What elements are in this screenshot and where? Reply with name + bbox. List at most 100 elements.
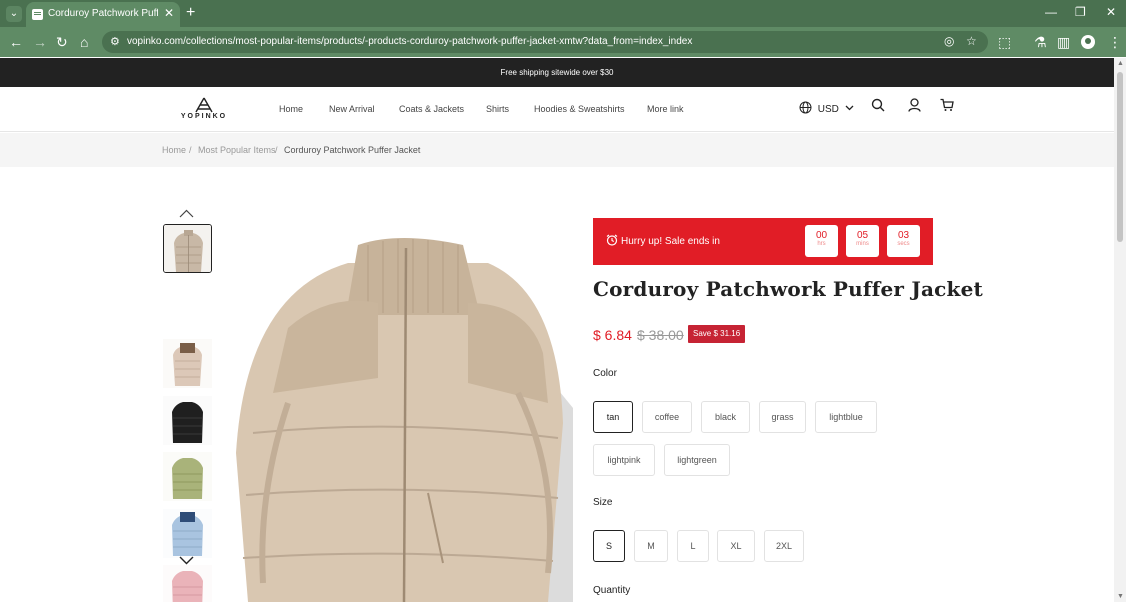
countdown-mins-unit: mins — [856, 241, 869, 247]
search-icon[interactable] — [871, 98, 885, 112]
cart-icon[interactable] — [940, 98, 954, 112]
breadcrumb-separator: / — [189, 145, 192, 155]
address-bar[interactable]: ⚙ vopinko.com/collections/most-popular-i… — [102, 31, 988, 53]
site-header: YOPINKO Home New Arrival Coats & Jackets… — [0, 87, 1114, 132]
breadcrumb-current: Corduroy Patchwork Puffer Jacket — [284, 145, 421, 155]
profile-avatar-icon[interactable] — [1081, 35, 1095, 49]
scroll-down-icon[interactable]: ▼ — [1117, 593, 1124, 600]
jacket-thumb-image — [164, 225, 211, 272]
scroll-up-icon[interactable]: ▲ — [1117, 60, 1124, 67]
browser-menu-icon[interactable]: ⋮ — [1108, 33, 1122, 51]
alarm-clock-icon — [606, 234, 618, 246]
nav-hoodies-sweatshirts[interactable]: Hoodies & Sweatshirts — [534, 104, 625, 114]
countdown-mins: 05 mins — [846, 225, 879, 257]
countdown-secs-value: 03 — [897, 230, 910, 241]
account-icon[interactable] — [908, 98, 921, 112]
thumbnail-prev-chevron-up-icon[interactable] — [179, 209, 194, 218]
size-option-l[interactable]: L — [677, 530, 709, 562]
thumbnail-grass[interactable] — [163, 452, 212, 501]
countdown-hours-value: 00 — [815, 230, 828, 241]
color-option-black[interactable]: black — [701, 401, 750, 433]
sale-countdown-bar: Hurry up! Sale ends in 00 hrs 05 mins 03… — [593, 218, 933, 265]
countdown-hours: 00 hrs — [805, 225, 838, 257]
page-scrollbar[interactable]: ▲ ▼ — [1114, 58, 1126, 602]
favicon-icon — [32, 9, 43, 20]
restore-icon[interactable]: ❐ — [1075, 5, 1086, 19]
tab-search-button[interactable]: ⌄ — [6, 6, 22, 22]
size-option-xl[interactable]: XL — [717, 530, 755, 562]
globe-icon — [799, 101, 812, 114]
sidepanel-icon[interactable]: ▥ — [1057, 33, 1070, 51]
page: Free shipping sitewide over $30 YOPINKO … — [0, 58, 1114, 602]
save-badge: Save $ 31.16 — [688, 325, 746, 343]
sale-price: $ 6.84 — [593, 327, 632, 343]
nav-new-arrival[interactable]: New Arrival — [329, 104, 375, 114]
main-product-image[interactable] — [228, 233, 578, 602]
jacket-thumb-image — [163, 452, 212, 501]
color-option-coffee[interactable]: coffee — [642, 401, 692, 433]
currency-selector[interactable]: USD — [799, 101, 854, 115]
jacket-main-image — [228, 233, 578, 602]
countdown-mins-value: 05 — [856, 230, 869, 241]
chevron-down-icon — [845, 105, 854, 111]
size-option-m[interactable]: M — [634, 530, 668, 562]
color-option-grass[interactable]: grass — [759, 401, 806, 433]
thumbnail-coffee[interactable] — [163, 339, 212, 388]
thumbnail-lightpink[interactable] — [163, 565, 212, 602]
breadcrumb-home[interactable]: Home — [162, 145, 186, 155]
color-option-lightgreen[interactable]: lightgreen — [664, 444, 730, 476]
labs-icon[interactable]: ⚗ — [1034, 33, 1047, 51]
thumbnail-tan[interactable] — [163, 224, 212, 273]
url-text[interactable]: vopinko.com/collections/most-popular-ite… — [127, 36, 692, 47]
size-label: Size — [593, 497, 613, 508]
thumbnail-next-chevron-down-icon[interactable] — [179, 556, 194, 565]
nav-more-link[interactable]: More link — [647, 104, 684, 114]
thumbnail-lightblue[interactable] — [163, 509, 212, 558]
home-icon[interactable]: ⌂ — [80, 33, 88, 51]
color-option-tan[interactable]: tan — [593, 401, 633, 433]
size-option-2xl[interactable]: 2XL — [764, 530, 804, 562]
back-icon[interactable]: ← — [9, 33, 23, 51]
extensions-icon[interactable]: ⬚ — [998, 33, 1011, 51]
scrollbar-thumb[interactable] — [1117, 72, 1123, 242]
sale-text: Hurry up! Sale ends in — [621, 236, 720, 247]
breadcrumb-separator: / — [275, 145, 278, 155]
jacket-thumb-image — [163, 509, 212, 558]
breadcrumb-collection[interactable]: Most Popular Items — [198, 145, 276, 155]
eye-off-icon[interactable]: ◎ — [944, 34, 954, 48]
size-option-s[interactable]: S — [593, 530, 625, 562]
nav-coats-jackets[interactable]: Coats & Jackets — [399, 104, 464, 114]
currency-code: USD — [817, 104, 839, 115]
countdown-secs: 03 secs — [887, 225, 920, 257]
jacket-thumb-image — [163, 339, 212, 388]
minimize-icon[interactable]: — — [1045, 5, 1057, 19]
tab-title: Corduroy Patchwork Puffer Jacket — [48, 8, 158, 19]
countdown-secs-unit: secs — [897, 241, 910, 247]
announcement-bar: Free shipping sitewide over $30 — [0, 58, 1114, 87]
browser-toolbar: ← → ↻ ⌂ ⚙ vopinko.com/collections/most-p… — [0, 27, 1126, 57]
site-info-icon[interactable]: ⚙ — [110, 35, 120, 48]
browser-tab[interactable]: Corduroy Patchwork Puffer Jacket ✕ — [26, 2, 180, 27]
nav-home[interactable]: Home — [279, 104, 303, 114]
compare-price: $ 38.00 — [637, 327, 684, 343]
breadcrumb: Home / Most Popular Items / Corduroy Pat… — [0, 133, 1114, 167]
nav-shirts[interactable]: Shirts — [486, 104, 509, 114]
window-close-icon[interactable]: ✕ — [1106, 5, 1116, 19]
close-tab-icon[interactable]: ✕ — [164, 6, 174, 20]
product-title: Corduroy Patchwork Puffer Jacket — [593, 277, 983, 301]
thumbnail-black[interactable] — [163, 396, 212, 445]
bookmark-star-icon[interactable]: ☆ — [966, 34, 977, 48]
reload-icon[interactable]: ↻ — [56, 33, 68, 51]
jacket-thumb-image — [163, 396, 212, 445]
quantity-label: Quantity — [593, 585, 631, 596]
color-label: Color — [593, 368, 617, 379]
jacket-thumb-image — [163, 565, 212, 602]
countdown-hours-unit: hrs — [817, 241, 826, 247]
forward-icon[interactable]: → — [33, 33, 47, 51]
new-tab-button[interactable]: + — [186, 4, 195, 22]
site-logo[interactable]: YOPINKO — [180, 97, 228, 123]
color-option-lightblue[interactable]: lightblue — [815, 401, 877, 433]
color-option-lightpink[interactable]: lightpink — [593, 444, 655, 476]
logo-text: YOPINKO — [180, 113, 228, 120]
browser-tab-bar: ⌄ Corduroy Patchwork Puffer Jacket ✕ + —… — [0, 0, 1126, 27]
